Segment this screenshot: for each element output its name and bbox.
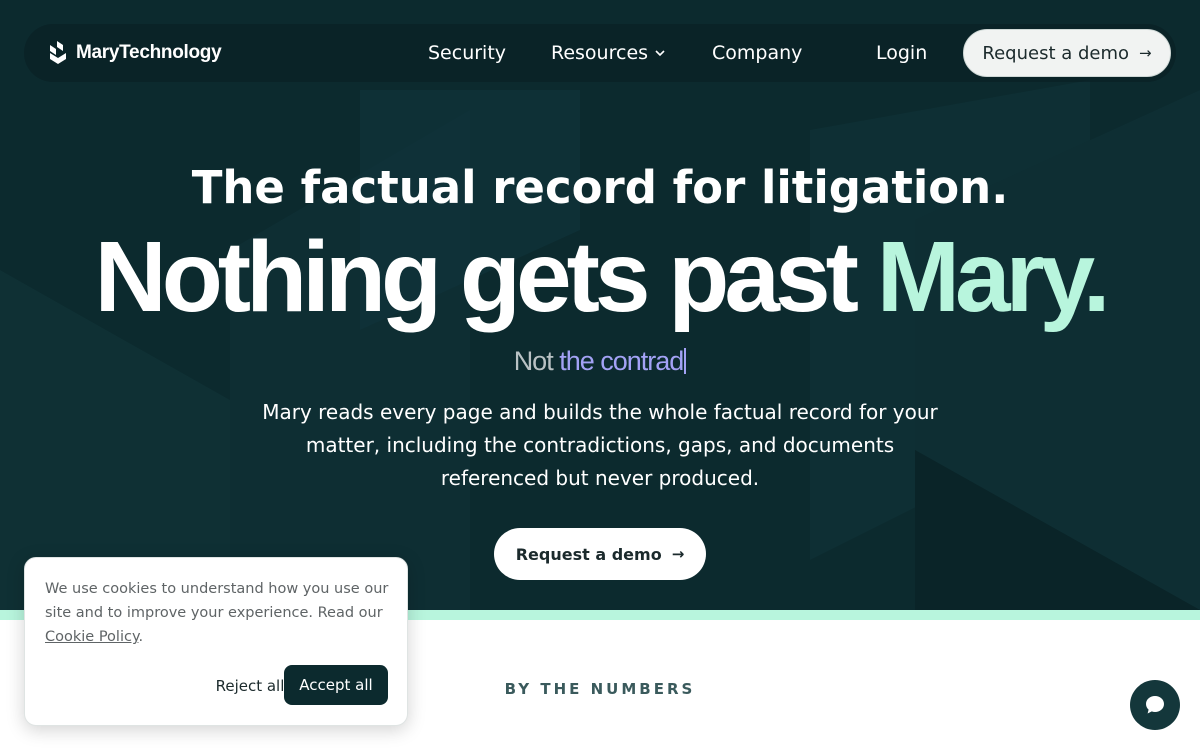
nav-request-demo-label: Request a demo bbox=[982, 42, 1130, 64]
nav-link-security[interactable]: Security bbox=[428, 41, 506, 65]
arrow-right-icon: → bbox=[671, 545, 685, 563]
brand-logo[interactable]: MaryTechnology bbox=[48, 41, 222, 65]
chevron-down-icon bbox=[655, 50, 665, 57]
hero-headline: Nothing gets past Mary. bbox=[0, 222, 1200, 332]
nav-request-demo-button[interactable]: Request a demo → bbox=[963, 29, 1171, 77]
login-link[interactable]: Login bbox=[876, 41, 927, 65]
cookie-banner: We use cookies to understand how you use… bbox=[24, 557, 408, 726]
hero-headline-main: Nothing gets past bbox=[94, 221, 877, 333]
cookie-message-text: We use cookies to understand how you use… bbox=[45, 581, 389, 621]
hero-request-demo-label: Request a demo bbox=[515, 544, 662, 564]
typing-static-text: Not bbox=[513, 346, 554, 376]
chat-launcher-button[interactable] bbox=[1130, 680, 1180, 730]
hero-tagline: The factual record for litigation. bbox=[191, 161, 1009, 214]
cookie-policy-link[interactable]: Cookie Policy bbox=[45, 629, 138, 645]
nav-link-company[interactable]: Company bbox=[712, 41, 802, 65]
hero-headline-accent: Mary. bbox=[876, 221, 1111, 333]
typing-dynamic-text: the contrad bbox=[552, 346, 684, 376]
hero-section: MaryTechnology Security Resources Compan… bbox=[0, 0, 1200, 610]
cookie-message: We use cookies to understand how you use… bbox=[45, 577, 390, 649]
brand-name: MaryTechnology bbox=[76, 42, 222, 63]
typing-caret bbox=[684, 348, 687, 374]
arrow-right-icon: → bbox=[1139, 44, 1152, 62]
hero-request-demo-button[interactable]: Request a demo → bbox=[494, 528, 706, 580]
accept-all-button[interactable]: Accept all bbox=[284, 665, 388, 705]
nav-link-resources[interactable]: Resources bbox=[551, 41, 666, 65]
mary-logo-icon bbox=[50, 41, 66, 64]
hero-typing-text: Not the contrad bbox=[0, 344, 1200, 378]
chat-bubble-icon bbox=[1146, 696, 1164, 714]
top-navigation: MaryTechnology Security Resources Compan… bbox=[24, 24, 1176, 82]
nav-link-resources-label: Resources bbox=[551, 42, 649, 64]
hero-description: Mary reads every page and builds the who… bbox=[262, 400, 938, 490]
cookie-message-suffix: . bbox=[138, 629, 144, 645]
